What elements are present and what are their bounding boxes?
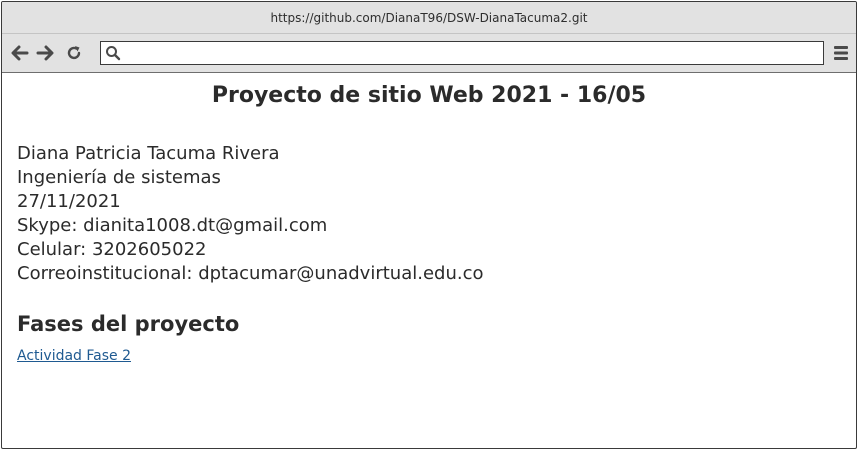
activity-link[interactable]: Actividad Fase 2 <box>17 348 131 364</box>
arrow-right-icon <box>36 45 54 61</box>
info-date: 27/11/2021 <box>17 191 121 212</box>
section-title: Fases del proyecto <box>17 312 240 336</box>
browser-window: https://github.com/DianaT96/DSW-DianaTac… <box>1 1 857 449</box>
info-program: Ingeniería de sistemas <box>17 167 221 188</box>
info-email: Correoinstitucional: dptacumar@unadvirtu… <box>17 263 484 284</box>
page-title: Proyecto de sitio Web 2021 - 16/05 <box>211 83 647 108</box>
hamburger-menu-icon <box>834 46 848 60</box>
search-icon <box>101 45 125 61</box>
address-input[interactable] <box>125 42 823 64</box>
info-phone: Celular: 3202605022 <box>17 239 207 260</box>
page-content: Proyecto de sitio Web 2021 - 16/05 Diana… <box>2 73 856 364</box>
reload-button[interactable] <box>64 43 84 63</box>
info-name: Diana Patricia Tacuma Rivera <box>17 143 280 164</box>
arrow-left-icon <box>11 45 29 61</box>
forward-button[interactable] <box>35 43 55 63</box>
reload-icon <box>67 46 81 60</box>
personal-info: Diana Patricia Tacuma Rivera Ingeniería … <box>17 142 841 286</box>
back-button[interactable] <box>10 43 30 63</box>
title-bar: https://github.com/DianaT96/DSW-DianaTac… <box>2 2 856 34</box>
info-skype: Skype: dianita1008.dt@gmail.com <box>17 215 328 236</box>
menu-button[interactable] <box>833 44 849 62</box>
url-title: https://github.com/DianaT96/DSW-DianaTac… <box>270 10 588 25</box>
address-bar[interactable] <box>100 41 824 65</box>
browser-toolbar <box>2 34 856 73</box>
